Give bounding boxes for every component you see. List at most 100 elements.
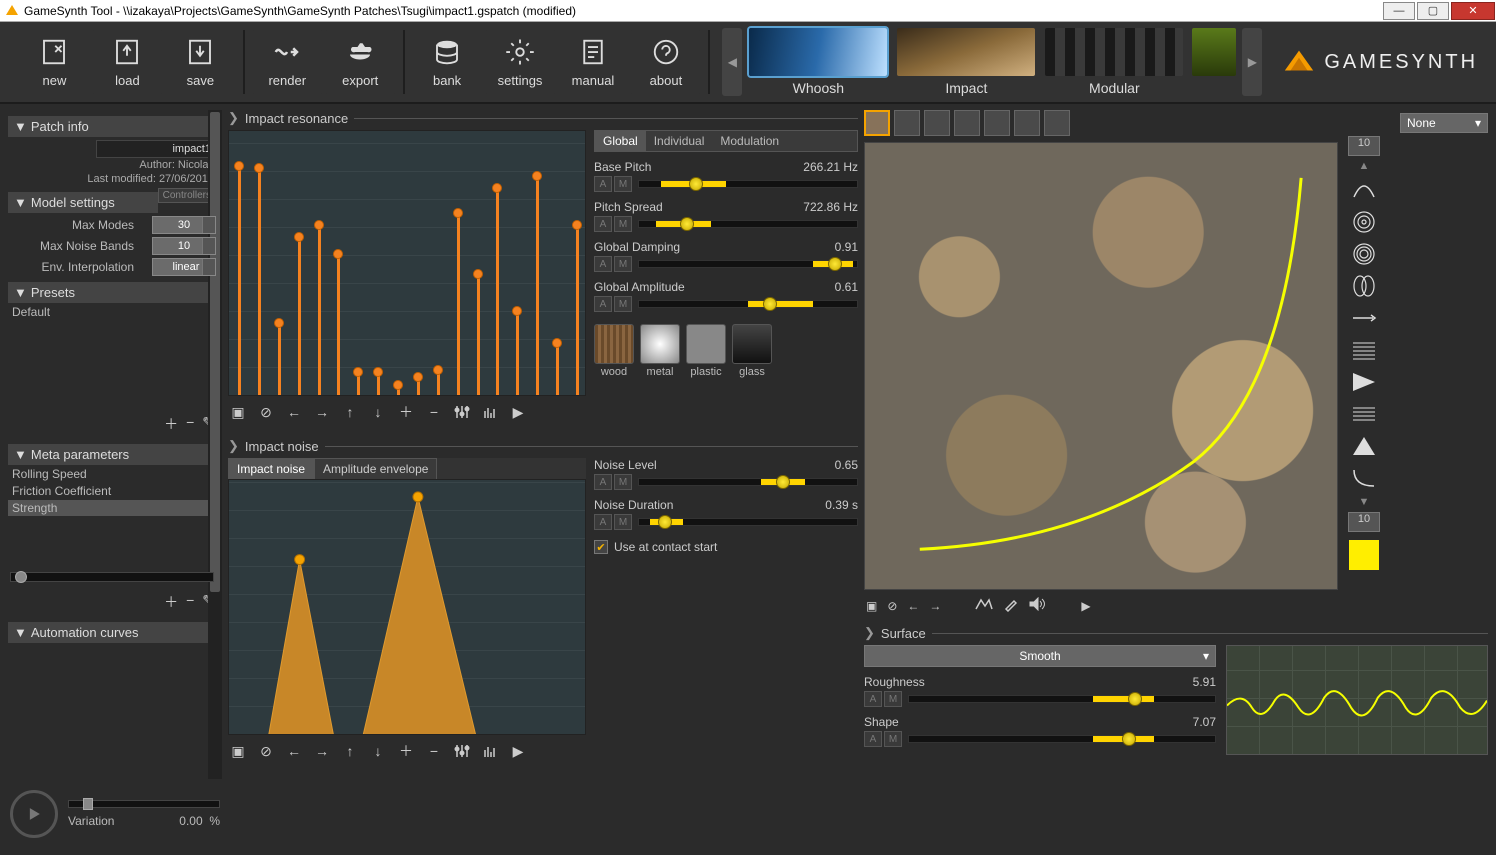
arc-tool-icon[interactable] — [1348, 176, 1380, 204]
load-button[interactable]: load — [93, 28, 162, 96]
scroll-up-icon[interactable]: ▲ — [1359, 160, 1370, 172]
canvas-audio-icon[interactable] — [1029, 597, 1047, 614]
canvas-path-icon[interactable] — [975, 597, 993, 614]
meta-item-strength[interactable]: Strength — [8, 500, 216, 516]
res-sliders-icon[interactable] — [452, 402, 472, 422]
canvas-prev-icon[interactable]: ← — [907, 599, 919, 613]
tab-extra[interactable] — [1190, 28, 1238, 96]
tab-scroll-left[interactable]: ◀ — [722, 28, 742, 96]
noise-remove-icon[interactable]: − — [424, 741, 444, 761]
about-button[interactable]: about — [631, 28, 700, 96]
roughness-slider[interactable] — [908, 695, 1216, 703]
noise-down-icon[interactable]: ↓ — [368, 741, 388, 761]
curve-tool-icon[interactable] — [1348, 464, 1380, 492]
res-up-icon[interactable]: ↑ — [340, 402, 360, 422]
canvas-select-icon[interactable]: ▣ — [866, 599, 877, 613]
material-plastic[interactable]: plastic — [686, 324, 726, 378]
hatch-tool-icon[interactable] — [1348, 336, 1380, 364]
tab-modular[interactable]: Modular — [1042, 28, 1186, 96]
noise-clear-icon[interactable]: ⊘ — [256, 741, 276, 761]
res-select-icon[interactable]: ▣ — [228, 402, 248, 422]
preset-add-icon[interactable]: ＋ — [164, 414, 178, 434]
meta-slider[interactable] — [10, 572, 214, 582]
meta-item-rolling[interactable]: Rolling Speed — [8, 466, 216, 482]
patch-name[interactable]: impact1 — [96, 140, 216, 158]
max-noise-input[interactable]: 10 — [152, 237, 216, 255]
tab-global[interactable]: Global — [595, 131, 646, 151]
m-button[interactable]: M — [614, 176, 632, 192]
preset-default[interactable]: Default — [8, 304, 216, 320]
res-left-icon[interactable]: ← — [284, 402, 304, 422]
res-down-icon[interactable]: ↓ — [368, 402, 388, 422]
save-button[interactable]: save — [166, 28, 235, 96]
tool-bottom-num[interactable]: 10 — [1348, 512, 1380, 532]
left-scrollbar[interactable] — [208, 110, 222, 779]
tab-impact[interactable]: Impact — [894, 28, 1038, 96]
line-tool-icon[interactable] — [1348, 304, 1380, 332]
noise-eq-icon[interactable] — [480, 741, 500, 761]
tool-top-num[interactable]: 10 — [1348, 136, 1380, 156]
noise-sliders-icon[interactable] — [452, 741, 472, 761]
maximize-button[interactable]: ▢ — [1417, 2, 1449, 20]
play-button[interactable] — [10, 790, 58, 838]
close-button[interactable]: ✕ — [1451, 2, 1495, 20]
wedge-tool-icon[interactable] — [1348, 368, 1380, 396]
texture-slot-3[interactable] — [924, 110, 950, 136]
res-right-icon[interactable]: → — [312, 402, 332, 422]
scroll-down-icon[interactable]: ▼ — [1359, 496, 1370, 508]
meta-remove-icon[interactable]: − — [186, 592, 194, 612]
res-add-icon[interactable]: ＋ — [396, 402, 416, 422]
settings-button[interactable]: settings — [486, 28, 555, 96]
oval-tool-icon[interactable] — [1348, 272, 1380, 300]
render-button[interactable]: render — [253, 28, 322, 96]
meta-item-friction[interactable]: Friction Coefficient — [8, 483, 216, 499]
texture-slot-2[interactable] — [894, 110, 920, 136]
noise-duration-slider[interactable] — [638, 518, 858, 526]
base-pitch-slider[interactable] — [638, 180, 858, 188]
texture-slot-7[interactable] — [1044, 110, 1070, 136]
bank-button[interactable]: bank — [413, 28, 482, 96]
manual-button[interactable]: manual — [559, 28, 628, 96]
texture-slot-4[interactable] — [954, 110, 980, 136]
a-button[interactable]: A — [594, 176, 612, 192]
texture-slot-5[interactable] — [984, 110, 1010, 136]
export-button[interactable]: export — [326, 28, 395, 96]
canvas-play-icon[interactable]: ▶ — [1081, 599, 1090, 613]
noise-play-icon[interactable]: ▶ — [508, 741, 528, 761]
double-spiral-icon[interactable] — [1348, 240, 1380, 268]
new-button[interactable]: new — [20, 28, 89, 96]
texture-slot-6[interactable] — [1014, 110, 1040, 136]
overlay-select[interactable]: None — [1400, 113, 1488, 133]
section-automation[interactable]: ▼ Automation curves — [8, 622, 216, 643]
material-metal[interactable]: metal — [640, 324, 680, 378]
noise-level-slider[interactable] — [638, 478, 858, 486]
noise-up-icon[interactable]: ↑ — [340, 741, 360, 761]
noise-right-icon[interactable]: → — [312, 741, 332, 761]
tab-amp-envelope[interactable]: Amplitude envelope — [314, 458, 437, 479]
use-contact-checkbox[interactable]: ✔Use at contact start — [594, 540, 858, 554]
noise-select-icon[interactable]: ▣ — [228, 741, 248, 761]
pitch-spread-slider[interactable] — [638, 220, 858, 228]
tab-individual[interactable]: Individual — [646, 131, 713, 151]
section-patch-info[interactable]: ▼ Patch info — [8, 116, 216, 137]
texture-canvas[interactable] — [864, 142, 1338, 590]
noise-graph[interactable] — [228, 479, 586, 735]
resonance-graph[interactable] — [228, 130, 586, 396]
canvas-next-icon[interactable]: → — [929, 599, 941, 613]
res-remove-icon[interactable]: − — [424, 402, 444, 422]
material-glass[interactable]: glass — [732, 324, 772, 378]
res-play-icon[interactable]: ▶ — [508, 402, 528, 422]
section-presets[interactable]: ▼ Presets — [8, 282, 216, 303]
amplitude-slider[interactable] — [638, 300, 858, 308]
minimize-button[interactable]: — — [1383, 2, 1415, 20]
surface-type-select[interactable]: Smooth — [864, 645, 1216, 667]
lines-tool-icon[interactable] — [1348, 400, 1380, 428]
color-swatch[interactable] — [1349, 540, 1379, 570]
variation-slider[interactable] — [68, 800, 220, 808]
res-eq-icon[interactable] — [480, 402, 500, 422]
noise-add-icon[interactable]: ＋ — [396, 741, 416, 761]
tab-modulation[interactable]: Modulation — [712, 131, 787, 151]
max-modes-input[interactable]: 30 — [152, 216, 216, 234]
canvas-clear-icon[interactable]: ⊘ — [887, 599, 897, 613]
section-meta[interactable]: ▼ Meta parameters — [8, 444, 216, 465]
